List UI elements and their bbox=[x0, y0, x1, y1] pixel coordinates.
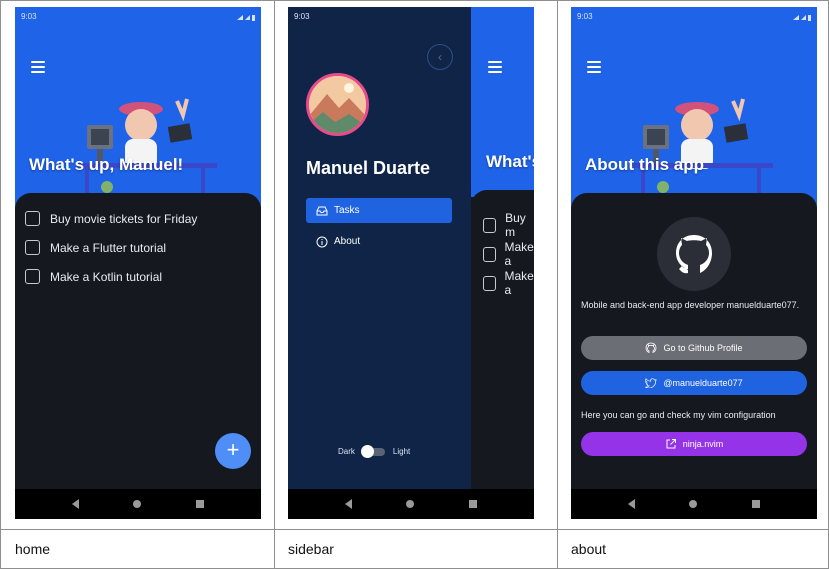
ninja-nvim-button[interactable]: ninja.nvim bbox=[581, 432, 807, 456]
desk-illustration-icon bbox=[77, 98, 217, 195]
home-screen: 9:03 What's up, Manuel! Buy movie ticket… bbox=[15, 7, 261, 519]
task-item[interactable]: Buy movie tickets for Friday bbox=[25, 211, 197, 226]
user-name: Manuel Duarte bbox=[306, 158, 431, 178]
caption-home: home bbox=[15, 541, 51, 557]
android-nav-bar bbox=[571, 489, 817, 519]
external-link-icon bbox=[666, 439, 676, 449]
status-icons bbox=[793, 12, 811, 24]
mountain-avatar-icon bbox=[309, 76, 366, 133]
nvim-button-label: ninja.nvim bbox=[682, 439, 724, 449]
twitter-button-label: @manuelduarte077 bbox=[663, 378, 743, 388]
task-item[interactable]: Make a bbox=[483, 240, 534, 268]
status-bar: 9:03 bbox=[288, 7, 534, 29]
home-peek: What's Buy m Make a Make a bbox=[471, 7, 534, 519]
hero-title: About this app bbox=[585, 155, 704, 174]
menu-icon[interactable] bbox=[488, 61, 502, 73]
task-item[interactable]: Make a Kotlin tutorial bbox=[25, 269, 162, 284]
dark-label: Dark bbox=[338, 447, 355, 456]
signal-battery-icon bbox=[237, 15, 255, 21]
grid-line bbox=[557, 0, 558, 569]
android-nav-bar bbox=[288, 489, 534, 519]
status-time: 9:03 bbox=[21, 12, 37, 21]
info-icon bbox=[316, 236, 328, 247]
grid-line bbox=[0, 0, 1, 569]
grid-line bbox=[0, 529, 829, 530]
toggle-knob bbox=[360, 444, 374, 458]
about-screen: 9:03 About this app Mobile and back-end … bbox=[571, 7, 817, 519]
signal-battery-icon bbox=[793, 15, 811, 21]
status-bar: 9:03 bbox=[15, 7, 261, 29]
caption-sidebar: sidebar bbox=[288, 541, 334, 557]
checkbox[interactable] bbox=[483, 275, 496, 291]
status-time: 9:03 bbox=[577, 12, 593, 21]
screenshot-grid: 9:03 What's up, Manuel! Buy movie ticket… bbox=[0, 0, 829, 569]
status-bar: 9:03 bbox=[571, 7, 817, 29]
drawer-item-label: About bbox=[334, 236, 361, 247]
checkbox[interactable] bbox=[25, 240, 40, 255]
sidebar-screen: What's Buy m Make a Make a 9:03 ‹ bbox=[288, 7, 534, 519]
close-drawer-icon[interactable]: ‹ bbox=[427, 44, 453, 70]
github-button-label: Go to Github Profile bbox=[663, 343, 743, 353]
checkbox[interactable] bbox=[25, 211, 40, 226]
task-label: Buy movie tickets for Friday bbox=[50, 211, 198, 226]
task-label: Make a bbox=[504, 240, 534, 268]
peek-title: What's bbox=[486, 152, 534, 171]
drawer-item-tasks[interactable]: Tasks bbox=[306, 198, 452, 223]
recent-apps-icon[interactable] bbox=[751, 500, 760, 508]
twitter-button[interactable]: @manuelduarte077 bbox=[581, 371, 807, 395]
github-outline-icon bbox=[646, 342, 657, 354]
home-icon[interactable] bbox=[133, 500, 142, 508]
task-item[interactable]: Buy m bbox=[483, 211, 534, 239]
android-nav-bar bbox=[15, 489, 261, 519]
avatar bbox=[306, 73, 369, 136]
grid-line bbox=[0, 0, 829, 1]
checkbox[interactable] bbox=[25, 269, 40, 284]
theme-toggle[interactable] bbox=[360, 444, 385, 458]
back-icon[interactable] bbox=[345, 499, 353, 509]
drawer-item-about[interactable]: About bbox=[306, 229, 452, 254]
hero-title: What's up, Manuel! bbox=[29, 155, 184, 174]
home-icon[interactable] bbox=[689, 500, 698, 508]
caption-about: about bbox=[571, 541, 607, 557]
grid-line bbox=[274, 0, 275, 569]
task-item[interactable]: Make a Flutter tutorial bbox=[25, 240, 166, 255]
light-label: Light bbox=[392, 447, 411, 456]
status-icons bbox=[237, 12, 255, 24]
task-label: Make a Kotlin tutorial bbox=[50, 269, 163, 284]
inbox-icon bbox=[316, 206, 328, 215]
checkbox[interactable] bbox=[483, 246, 496, 262]
theme-switcher: Dark Light bbox=[338, 444, 411, 458]
drawer-item-label: Tasks bbox=[334, 205, 360, 216]
navigation-drawer: 9:03 ‹ Manuel Duarte Tasks About Dark Li… bbox=[288, 7, 471, 519]
recent-apps-icon[interactable] bbox=[195, 500, 204, 508]
task-label: Buy m bbox=[505, 211, 526, 239]
menu-icon[interactable] bbox=[587, 61, 601, 73]
home-icon[interactable] bbox=[406, 500, 415, 508]
twitter-icon bbox=[645, 378, 657, 388]
status-time: 9:03 bbox=[294, 12, 310, 21]
back-icon[interactable] bbox=[628, 499, 636, 509]
add-task-button[interactable]: + bbox=[215, 433, 251, 469]
github-icon bbox=[676, 235, 712, 274]
bio-text: Mobile and back-end app developer manuel… bbox=[581, 300, 800, 310]
github-logo bbox=[657, 217, 731, 291]
task-label: Make a Flutter tutorial bbox=[50, 240, 167, 255]
menu-icon[interactable] bbox=[31, 61, 45, 73]
recent-apps-icon[interactable] bbox=[468, 500, 477, 508]
vim-description: Here you can go and check my vim configu… bbox=[581, 410, 776, 420]
github-profile-button[interactable]: Go to Github Profile bbox=[581, 336, 807, 360]
back-icon[interactable] bbox=[72, 499, 80, 509]
task-item[interactable]: Make a bbox=[483, 269, 534, 297]
task-label: Make a bbox=[504, 269, 534, 297]
desk-illustration-icon bbox=[633, 98, 773, 195]
checkbox[interactable] bbox=[483, 217, 497, 233]
